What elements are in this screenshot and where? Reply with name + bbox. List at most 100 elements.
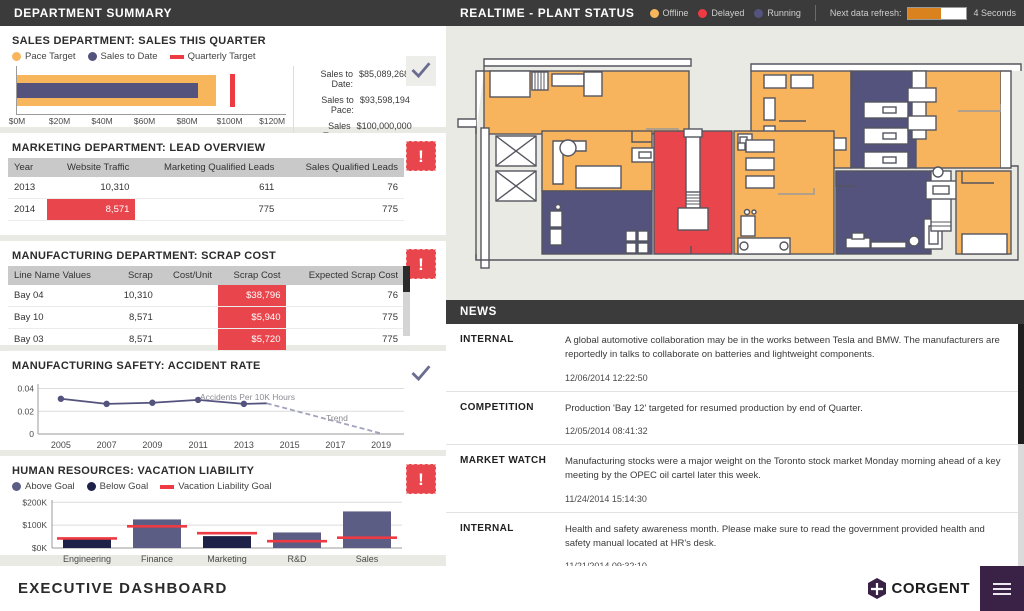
- table-row[interactable]: Bay 10 8,571 $5,940 775: [8, 306, 404, 329]
- legend-label: Delayed: [711, 8, 745, 18]
- stat-label: Sales to Pace:: [321, 95, 354, 115]
- plant-status-header: REALTIME - PLANT STATUS Offline Delayed …: [446, 0, 1024, 26]
- table-cell: 611: [135, 177, 281, 199]
- scrollbar-thumb[interactable]: [1018, 324, 1024, 444]
- legend-item-above-goal: Above Goal: [12, 481, 75, 492]
- sales-card-title: SALES DEPARTMENT: SALES THIS QUARTER: [12, 35, 266, 47]
- chart-annotation: Trend: [326, 413, 348, 423]
- stat-value: $93,598,194: [359, 95, 410, 105]
- table-cell: 775: [280, 198, 404, 221]
- manufacturing-department-card[interactable]: MANUFACTURING DEPARTMENT: SCRAP COST ! L…: [0, 241, 446, 351]
- legend-item-offline: Offline: [649, 8, 689, 18]
- quarterly-target-marker: [229, 74, 235, 107]
- sales-status-badge[interactable]: [406, 56, 436, 86]
- delayed-dot-icon: [698, 8, 708, 18]
- x-axis-tick-label: 2005: [51, 440, 71, 450]
- table-row[interactable]: Bay 03 8,571 $5,720 775: [8, 328, 404, 351]
- legend-label: Sales to Date: [100, 51, 158, 62]
- table-row[interactable]: 2013 10,310 611 76: [8, 177, 404, 199]
- table-column-header[interactable]: Expected Scrap Cost: [286, 266, 404, 285]
- table-column-header[interactable]: Sales Qualified Leads: [280, 158, 404, 177]
- table-cell: 775: [286, 328, 404, 351]
- table-column-header[interactable]: Scrap: [111, 266, 159, 285]
- news-item[interactable]: COMPETITION Production 'Bay 12' targeted …: [446, 392, 1024, 446]
- table-cell: Bay 10: [8, 306, 112, 329]
- department-summary-title: DEPARTMENT SUMMARY: [14, 6, 173, 20]
- table-row[interactable]: 2014 8,571 775 775: [8, 198, 404, 221]
- legend-item-pace-target: Pace Target: [12, 51, 76, 62]
- table-cell: 10,310: [47, 177, 136, 199]
- table-cell: 76: [286, 285, 404, 307]
- hamburger-menu-button[interactable]: [980, 566, 1024, 611]
- chart-annotation: Accidents Per 10K Hours: [200, 392, 295, 402]
- safety-card[interactable]: MANUFACTURING SAFETY: ACCIDENT RATE 0 0.0…: [0, 351, 446, 450]
- table-column-header[interactable]: Year: [8, 158, 48, 177]
- news-title: NEWS: [460, 306, 497, 318]
- accident-rate-line-chart: 0 0.02 0.04 Accidents Per 10K Hours Trend 200…: [17, 384, 404, 450]
- news-content: A global automotive collaboration may be…: [565, 334, 1010, 383]
- y-axis-tick-label: 0.04: [17, 384, 34, 394]
- x-axis-tick-label: 2019: [371, 440, 391, 450]
- news-timestamp: 12/05/2014 08:41:32: [565, 426, 648, 437]
- legend-label: Offline: [662, 8, 689, 18]
- bar[interactable]: [343, 511, 391, 548]
- news-scrollbar[interactable]: [1018, 324, 1024, 566]
- table-cell: 76: [280, 177, 404, 199]
- legend-item-vacation-goal: Vacation Liability Goal: [160, 481, 272, 492]
- news-category: INTERNAL: [460, 522, 514, 534]
- hr-card-title: HUMAN RESOURCES: VACATION LIABILITY: [12, 465, 255, 477]
- news-item[interactable]: INTERNAL A global automotive collaboratio…: [446, 324, 1024, 392]
- table-column-header[interactable]: Website Traffic: [47, 158, 136, 177]
- corgent-hexagon-icon: [867, 577, 886, 599]
- refresh-progress-bar: [907, 6, 968, 20]
- table-cell: 2013: [8, 177, 48, 199]
- chart-x-axis: [16, 114, 286, 115]
- marketing-department-card[interactable]: MARKETING DEPARTMENT: LEAD OVERVIEW ! Ye…: [0, 133, 446, 235]
- brand-name: CORGENT: [891, 580, 970, 597]
- executive-dashboard: DEPARTMENT SUMMARY SALES DEPARTMENT: SAL…: [0, 0, 1024, 611]
- table-row[interactable]: Bay 04 10,310 $38,796 76: [8, 285, 404, 307]
- table-header-row: Year Website Traffic Marketing Qualified L…: [8, 158, 404, 177]
- stat-row-sales-to-pace: Sales to Pace: $93,598,194: [300, 92, 438, 118]
- sales-department-card[interactable]: SALES DEPARTMENT: SALES THIS QUARTER Pac…: [0, 26, 446, 144]
- news-timestamp: 12/06/2014 12:22:50: [565, 372, 648, 383]
- x-axis-tick-label: 2013: [234, 440, 254, 450]
- quarterly-target-bar-icon: [169, 54, 184, 59]
- check-icon: [411, 62, 431, 79]
- refresh-progress-fill: [908, 7, 941, 19]
- hr-status-badge[interactable]: !: [406, 464, 436, 494]
- table-column-header[interactable]: Cost/Unit: [158, 266, 219, 285]
- scrollbar-thumb[interactable]: [403, 266, 410, 292]
- refresh-label: Next data refresh:: [829, 8, 902, 18]
- bar[interactable]: [203, 536, 251, 548]
- table-cell: $5,720: [218, 328, 287, 351]
- news-item[interactable]: INTERNAL Health and safety awareness mont…: [446, 513, 1024, 566]
- hr-legend: Above Goal Below Goal Vacation Liability…: [0, 481, 446, 496]
- sales-legend: Pace Target Sales to Date Quarterly Targ…: [0, 51, 446, 66]
- marketing-table-wrap: Year Website Traffic Marketing Qualified L…: [0, 158, 446, 227]
- manufacturing-card-title: MANUFACTURING DEPARTMENT: SCRAP COST: [12, 250, 277, 262]
- table-column-header[interactable]: Scrap Cost: [218, 266, 287, 285]
- manufacturing-table-scrollbar[interactable]: [403, 266, 410, 336]
- table-column-header[interactable]: Marketing Qualified Leads: [135, 158, 281, 177]
- x-axis-category-label: Engineering: [63, 554, 111, 564]
- plant-floor-plan-svg: [446, 26, 1024, 300]
- legend-label: Above Goal: [25, 481, 75, 492]
- table-body: Bay 04 10,310 $38,796 76 Bay 10 8,571 $5,940 77…: [8, 285, 404, 351]
- x-axis-tick-label: 2017: [325, 440, 345, 450]
- bar[interactable]: [63, 539, 111, 548]
- plant-floor-plan[interactable]: [446, 26, 1024, 300]
- table-cell: 8,571: [111, 306, 159, 329]
- table-column-header[interactable]: Line Name Values: [8, 266, 112, 285]
- news-item[interactable]: MARKET WATCH Manufacturing stocks were a …: [446, 445, 1024, 513]
- vacation-liability-chart-wrap: $0K $100K $200K Engineering Finance Marketing…: [0, 496, 446, 568]
- safety-status-badge[interactable]: [406, 359, 436, 389]
- table-cell: $5,940: [218, 306, 287, 329]
- department-summary-header: DEPARTMENT SUMMARY: [0, 0, 446, 26]
- sales-to-date-bar: [17, 83, 198, 98]
- hr-card[interactable]: HUMAN RESOURCES: VACATION LIABILITY ! Ab…: [0, 456, 446, 564]
- x-axis-tick-label: 2015: [280, 440, 300, 450]
- x-axis-tick-label: $60M: [133, 116, 156, 126]
- news-list[interactable]: INTERNAL A global automotive collaboratio…: [446, 324, 1024, 566]
- bar[interactable]: [133, 519, 181, 548]
